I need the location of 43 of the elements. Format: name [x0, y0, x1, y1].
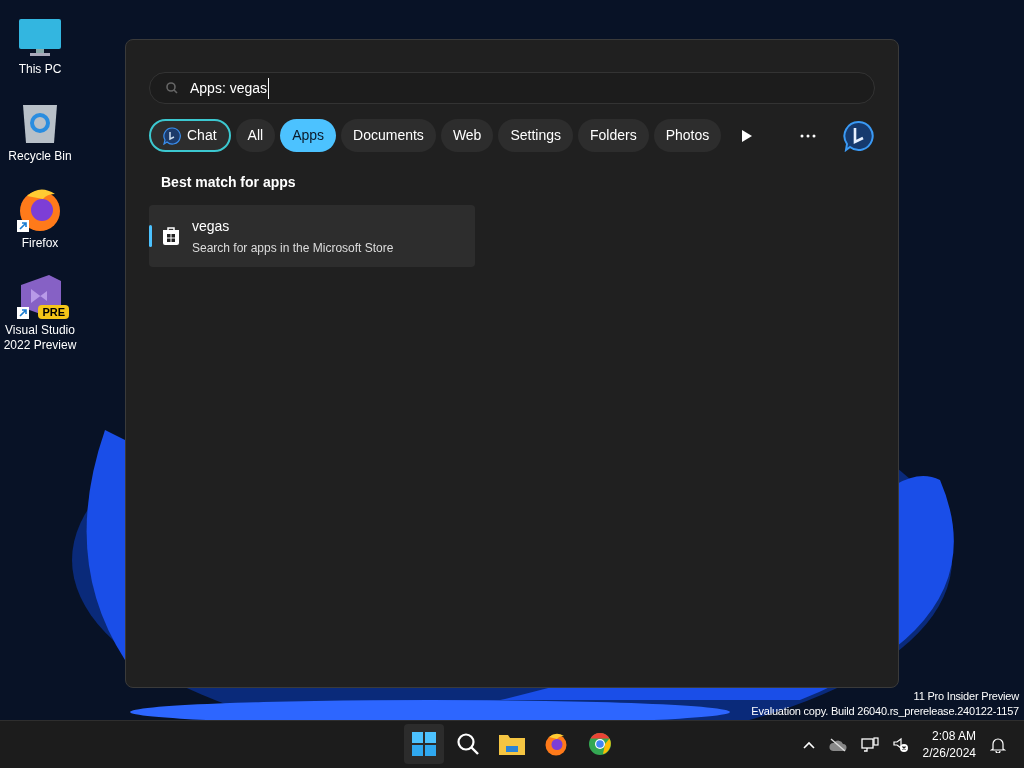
section-title: Best match for apps	[161, 173, 297, 192]
desktop-icon-label[interactable]: This PC	[16, 62, 64, 77]
more-icon[interactable]	[800, 133, 816, 138]
watermark-text: Evaluation copy. Build 26040.rs_prerelease.240122-1157	[751, 704, 1019, 719]
clock-time[interactable]: 2:08 AM	[931, 727, 976, 745]
play-icon[interactable]	[741, 129, 753, 142]
filter-chip[interactable]: Folders	[578, 119, 649, 152]
windows-logo-icon	[412, 732, 436, 756]
network-monitor-icon[interactable]	[860, 736, 879, 753]
pre-badge: PRE	[38, 305, 69, 319]
filter-chip[interactable]: Documents	[341, 119, 436, 152]
clock-date[interactable]: 2/26/2024	[922, 744, 976, 762]
folder-icon	[499, 733, 525, 755]
result-title: vegas	[192, 216, 231, 236]
cloud-off-icon[interactable]	[828, 737, 847, 752]
filter-chip[interactable]: Apps	[280, 119, 337, 152]
taskbar-button[interactable]	[404, 724, 444, 764]
filter-chip[interactable]: Settings	[498, 119, 573, 152]
search-field[interactable]: Apps: vegas	[149, 72, 875, 104]
chevron-up-icon[interactable]	[802, 740, 815, 749]
selection-indicator	[149, 225, 152, 247]
search-icon	[166, 82, 178, 94]
chat-bubble-icon	[163, 126, 181, 145]
search-icon	[456, 732, 480, 756]
desktop-icon-label[interactable]: Firefox	[19, 236, 61, 251]
filter-chip[interactable]: Photos	[653, 119, 722, 152]
bell-icon[interactable]	[990, 736, 1006, 753]
result-item[interactable]: vegas Search for apps in the Microsoft Store	[149, 205, 475, 267]
chat-bubble-icon[interactable]	[843, 119, 875, 152]
firefox-icon	[544, 732, 568, 756]
speaker-muted-icon[interactable]	[892, 736, 909, 753]
desktop-icon-label[interactable]: Visual Studio 2022 Preview	[0, 323, 80, 353]
result-subtitle: Search for apps in the Microsoft Store	[192, 239, 394, 257]
watermark-text: 11 Pro Insider Preview	[913, 689, 1019, 704]
store-bag-icon	[161, 226, 181, 246]
firefox-icon	[17, 186, 63, 232]
desktop-icon-label[interactable]: Recycle Bin	[6, 149, 74, 164]
filter-chip[interactable]: Web	[440, 119, 494, 152]
chrome-icon	[588, 732, 612, 756]
filter-chip[interactable]: Chat	[149, 119, 231, 152]
filter-chip[interactable]: All	[235, 119, 276, 152]
monitor-icon	[18, 18, 62, 58]
search-input-text: Apps: vegas	[190, 77, 270, 99]
